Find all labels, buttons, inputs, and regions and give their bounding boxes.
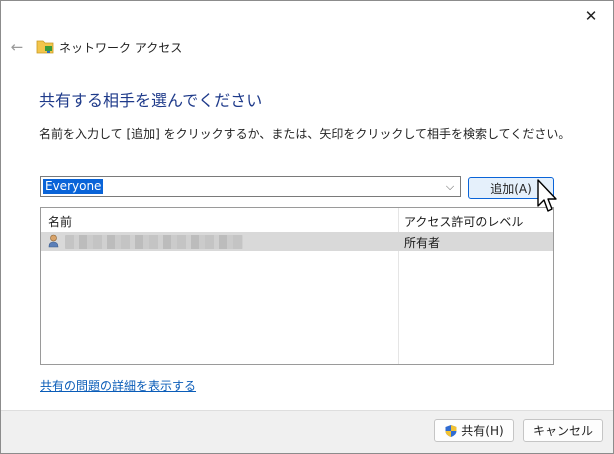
close-icon: ✕ [584,7,598,25]
back-arrow-icon: ← [10,38,24,56]
user-name-combobox[interactable]: Everyone ⌵ [40,176,461,197]
chevron-down-icon[interactable]: ⌵ [442,178,458,195]
share-button-label: 共有(H) [461,424,504,438]
instruction-text: 名前を入力して [追加] をクリックするか、または、矢印をクリックして相手を検索… [39,127,571,141]
close-button[interactable]: ✕ [571,3,611,29]
user-name-input-value[interactable]: Everyone [43,179,104,194]
user-name-redacted [65,235,243,249]
window-title: ネットワーク アクセス [59,41,183,55]
list-header: 名前 アクセス許可のレベル [41,208,553,231]
page-heading: 共有する相手を選んでください [39,91,263,110]
permission-level[interactable]: 所有者 [404,234,440,251]
table-row[interactable]: 所有者 [41,232,553,251]
dialog-footer: 共有(H) キャンセル [1,410,613,453]
permissions-list: 名前 アクセス許可のレベル 所有者 [40,207,554,365]
user-icon [48,234,59,248]
sharing-help-link[interactable]: 共有の問題の詳細を表示する [40,377,196,394]
network-access-dialog: ✕ ← ネットワーク アクセス 共有する相手を選んでください 名前を入力して [… [0,0,614,454]
share-button[interactable]: 共有(H) [434,419,514,442]
network-folder-icon [36,40,54,54]
add-button[interactable]: 追加(A) [468,177,554,199]
uac-shield-icon [445,424,457,437]
back-button[interactable]: ← [7,37,27,57]
column-header-name[interactable]: 名前 [48,213,72,230]
cancel-button[interactable]: キャンセル [523,419,603,442]
column-header-permission[interactable]: アクセス許可のレベル [404,213,523,230]
